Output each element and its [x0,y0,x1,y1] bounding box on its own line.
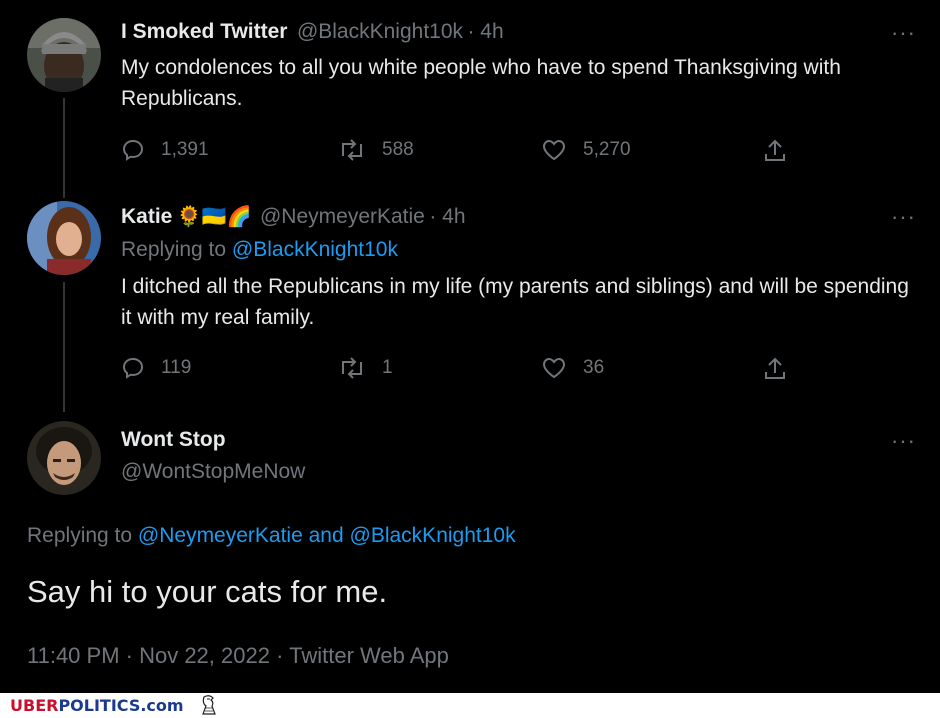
like-count: 5,270 [583,139,631,160]
mention-link[interactable]: @BlackKnight10k [350,524,516,547]
share-button[interactable] [763,356,787,382]
like-button[interactable]: 5,270 [541,138,631,162]
name-emoji: 🌻🇺🇦🌈 [176,206,252,228]
more-options-icon[interactable]: ··· [891,204,916,230]
display-name[interactable]: I Smoked Twitter [121,20,287,43]
replying-to: Replying to @NeymeyerKatie and @BlackKni… [27,524,516,548]
logo-com: .com [140,696,184,715]
reply-icon [122,357,144,379]
reply-count: 1,391 [161,139,209,160]
tweet-header: I Smoked Twitter @BlackKnight10k · 4h [121,20,504,44]
retweet-button[interactable]: 588 [338,138,414,162]
retweet-icon [342,357,362,379]
avatar[interactable] [27,201,101,275]
replying-label: Replying to [121,238,227,261]
tweet-time[interactable]: · 4h [467,20,503,43]
thread-connector [63,98,65,198]
uberpolitics-logo: UBERPOLITICS.com [10,696,184,715]
main-tweet-text: Say hi to your cats for me. [27,574,388,609]
reply-icon [122,139,144,161]
reply-count: 119 [161,357,192,378]
more-options-icon[interactable]: ··· [891,20,916,46]
replying-and: and [308,524,344,547]
reply-button[interactable]: 119 [121,356,191,380]
display-name[interactable]: Wont Stop [121,428,226,452]
heart-icon [542,357,566,379]
tweet-text: My condolences to all you white people w… [121,56,841,110]
avatar[interactable] [27,421,101,495]
watermark-bar: UBERPOLITICS.com [0,693,940,718]
share-button[interactable] [763,138,787,164]
replying-to: Replying to @BlackKnight10k [121,238,398,262]
user-handle[interactable]: @NeymeyerKatie [260,205,425,228]
user-handle[interactable]: @WontStopMeNow [121,460,305,484]
share-icon [765,139,785,161]
reply-button[interactable]: 1,391 [121,138,209,162]
display-name[interactable]: Katie [121,205,172,228]
retweet-icon [342,139,362,161]
mention-link[interactable]: @BlackKnight10k [232,238,398,261]
like-count: 36 [583,357,605,378]
retweet-count: 1 [382,357,393,378]
replying-label: Replying to [27,524,133,547]
tweet-timestamp[interactable]: 11:40 PM · Nov 22, 2022 · Twitter Web Ap… [27,643,449,669]
tweet-text: I ditched all the Republicans in my life… [121,275,909,329]
retweet-count: 588 [382,139,414,160]
eagle-icon [202,695,216,715]
logo-politics: POLITICS [58,696,141,715]
tweet-header: Katie 🌻🇺🇦🌈 @NeymeyerKatie · 4h [121,204,466,229]
more-options-icon[interactable]: ··· [891,428,916,454]
mention-link[interactable]: @NeymeyerKatie [138,524,303,547]
user-handle[interactable]: @BlackKnight10k [297,20,463,43]
thread-connector [63,282,65,412]
heart-icon [542,139,566,161]
like-button[interactable]: 36 [541,356,604,380]
retweet-button[interactable]: 1 [338,356,393,380]
logo-uber: UBER [10,696,59,715]
avatar[interactable] [27,18,101,92]
share-icon [765,357,785,379]
tweet-time[interactable]: · 4h [429,205,465,228]
